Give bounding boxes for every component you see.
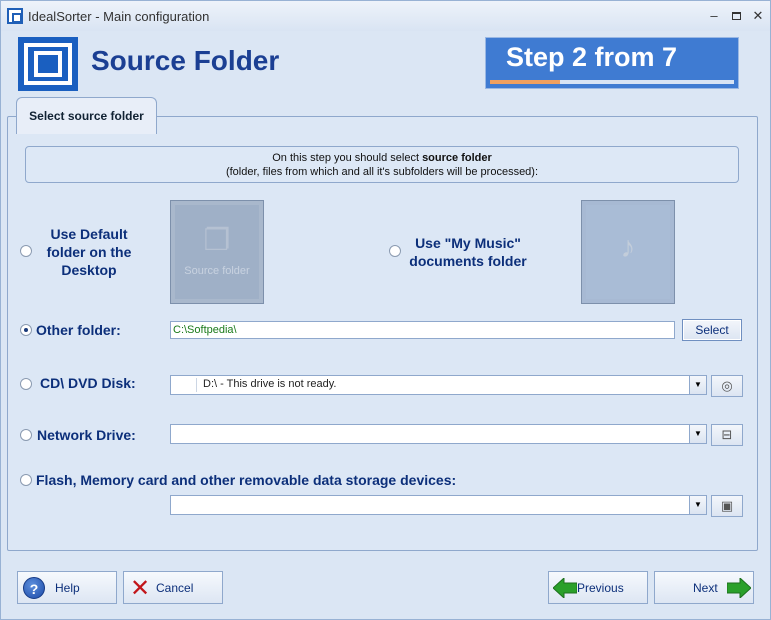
my-music-label[interactable]: Use "My Music" documents folder	[404, 234, 532, 270]
removable-drive-icon: ▣	[720, 498, 734, 513]
right-arrow-icon	[727, 578, 751, 598]
radio-cd-dvd[interactable]	[20, 378, 32, 390]
radio-default-desktop[interactable]	[20, 245, 32, 257]
flash-drive-button[interactable]: ▣	[711, 495, 743, 517]
radio-flash[interactable]	[20, 474, 32, 486]
cd-dvd-value: D:\ - This drive is not ready.	[203, 378, 337, 390]
info-line-1: On this step you should select source fo…	[272, 152, 492, 164]
cd-refresh-button[interactable]: ◎	[711, 375, 743, 397]
step-text: Step 2 from 7	[506, 42, 678, 72]
source-folder-caption: Source folder	[184, 265, 250, 277]
minimize-button[interactable]: –	[704, 7, 724, 25]
other-folder-label[interactable]: Other folder:	[36, 322, 121, 338]
folder-icon: ❐	[203, 224, 231, 257]
title-bar: IdealSorter - Main configuration – ✕	[1, 1, 770, 31]
radio-network-drive[interactable]	[20, 429, 32, 441]
maximize-button[interactable]	[726, 7, 746, 25]
music-folder-icon: ♪	[620, 231, 636, 264]
cd-dvd-select[interactable]: D:\ - This drive is not ready. ▼	[170, 375, 707, 395]
left-arrow-icon	[553, 578, 577, 598]
network-drive-label[interactable]: Network Drive:	[37, 427, 136, 443]
previous-button[interactable]: Previous	[548, 571, 648, 604]
radio-my-music[interactable]	[389, 245, 401, 257]
drive-swatch	[173, 378, 197, 392]
maximize-icon	[731, 12, 741, 20]
network-drive-icon: ⊟	[721, 427, 733, 442]
radio-other-folder[interactable]	[20, 324, 32, 336]
flash-select[interactable]: ▼	[170, 495, 707, 515]
select-folder-button[interactable]: Select	[682, 319, 742, 341]
page-title: Source Folder	[91, 45, 280, 76]
step-progress-track	[490, 80, 734, 84]
main-window: IdealSorter - Main configuration – ✕ Sou…	[0, 0, 771, 620]
chevron-down-icon[interactable]: ▼	[689, 496, 706, 514]
info-box: On this step you should select source fo…	[25, 146, 739, 183]
question-icon: ?	[23, 577, 45, 599]
close-button[interactable]: ✕	[748, 7, 768, 25]
cd-dvd-label[interactable]: CD\ DVD Disk:	[40, 375, 136, 391]
window-title: IdealSorter - Main configuration	[28, 9, 210, 24]
app-icon	[7, 8, 23, 24]
step-indicator: Step 2 from 7	[485, 37, 739, 89]
network-drive-select[interactable]: ▼	[170, 424, 707, 444]
info-line-2: (folder, files from which and all it's s…	[225, 166, 539, 178]
network-drive-button[interactable]: ⊟	[711, 424, 743, 446]
next-button[interactable]: Next	[654, 571, 754, 604]
logo-icon	[18, 37, 78, 91]
my-music-tile[interactable]: ♪	[581, 200, 675, 304]
default-desktop-label[interactable]: Use Default folder on the Desktop	[37, 225, 141, 279]
help-button[interactable]: ? Help	[17, 571, 117, 604]
chevron-down-icon[interactable]: ▼	[689, 376, 706, 394]
other-folder-input[interactable]: C:\Softpedia\	[170, 321, 675, 339]
cancel-button[interactable]: ✕ Cancel	[123, 571, 223, 604]
tab-select-source-folder[interactable]: Select source folder	[16, 97, 157, 134]
source-folder-tile[interactable]: ❐ Source folder	[170, 200, 264, 304]
x-icon: ✕	[130, 575, 151, 602]
disc-icon: ◎	[721, 378, 733, 393]
step-progress-fill	[490, 80, 560, 84]
flash-label[interactable]: Flash, Memory card and other removable d…	[36, 472, 456, 488]
chevron-down-icon[interactable]: ▼	[689, 425, 706, 443]
